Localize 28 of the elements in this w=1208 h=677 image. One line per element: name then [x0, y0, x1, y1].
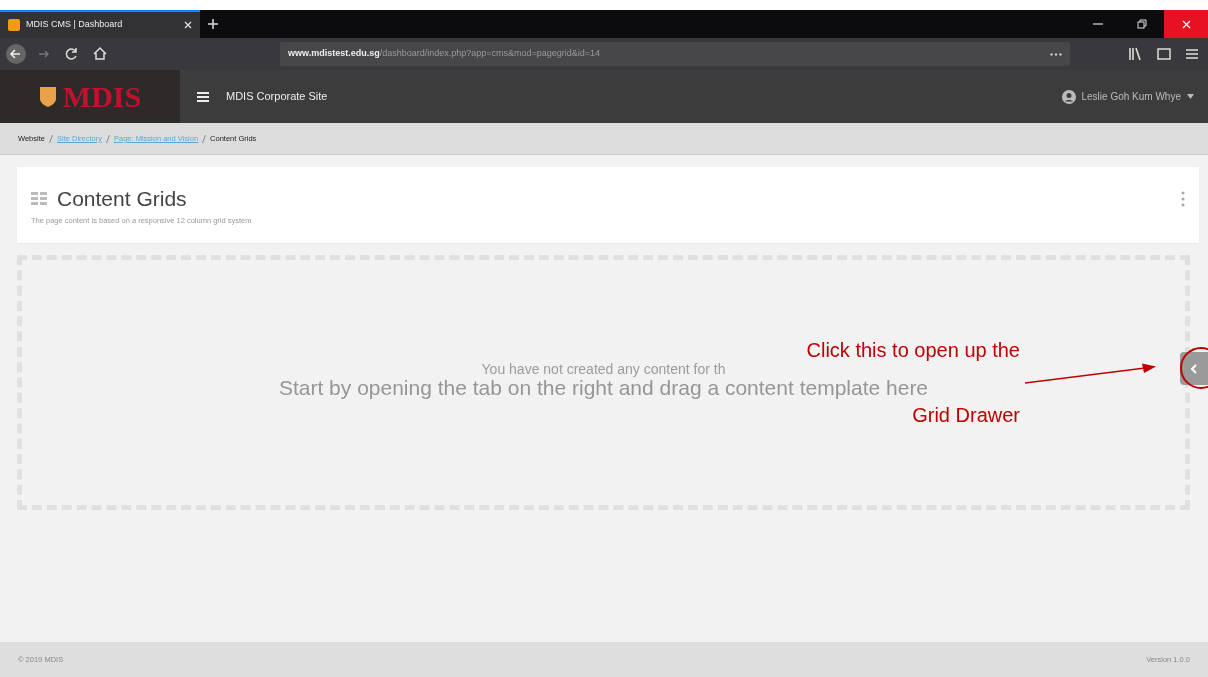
- restore-icon[interactable]: [1137, 19, 1147, 29]
- tab-title: MDIS CMS | Dashboard: [26, 18, 123, 32]
- user-name[interactable]: Leslie Goh Kum Whye: [1081, 89, 1181, 104]
- breadcrumb-separator-icon: [106, 134, 110, 143]
- url-text: www.mdistest.edu.sg/dashboard/index.php?app=cms&mod=pagegrid&id=14: [288, 47, 602, 61]
- new-tab-icon[interactable]: [208, 19, 218, 29]
- chevron-left-icon: [1190, 363, 1198, 374]
- site-name[interactable]: MDIS Corporate Site: [226, 88, 328, 105]
- empty-message: You have not created any content for th: [481, 361, 726, 377]
- annotation-text: Grid Drawer: [912, 404, 1020, 427]
- empty-hint: Start by opening the tab on the right and drag a content template here: [278, 377, 929, 399]
- user-icon: [1061, 89, 1076, 104]
- close-tab-icon[interactable]: [184, 21, 192, 29]
- grid-icon: [31, 191, 47, 206]
- annotation-text: Click this to open up the: [806, 339, 1020, 362]
- address-bar[interactable]: www.mdistest.edu.sg/dashboard/index.php?app=cms&mod=pagegrid&id=14: [280, 42, 1070, 66]
- crest-icon: [38, 85, 57, 108]
- grid-drawer-tab[interactable]: [1180, 352, 1208, 385]
- menu-icon[interactable]: [196, 90, 210, 103]
- page-title: Content Grids: [57, 186, 187, 212]
- breadcrumb-separator-icon: [202, 134, 207, 143]
- close-window-icon[interactable]: [1181, 19, 1191, 29]
- more-actions-icon[interactable]: [1050, 52, 1062, 56]
- back-icon[interactable]: [6, 44, 26, 64]
- favicon-icon: [8, 19, 20, 31]
- breadcrumb-separator-icon: [48, 134, 53, 143]
- browser-tab[interactable]: MDIS CMS | Dashboard: [0, 10, 200, 38]
- caret-icon: [1187, 94, 1194, 99]
